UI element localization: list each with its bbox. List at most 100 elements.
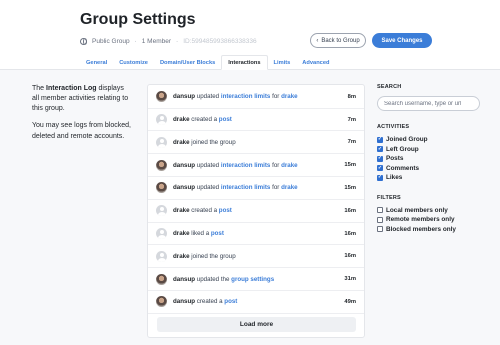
log-entry-text: dansup updated interaction limits for dr… [173,93,348,100]
log-username[interactable]: drake [173,230,190,237]
log-username[interactable]: dansup [173,276,195,283]
checkbox-checked-icon[interactable]: ✓ [377,155,383,162]
page-title: Group Settings [80,11,196,28]
tab-limits[interactable]: Limits [268,55,297,70]
description-text: The [32,85,47,92]
default-avatar[interactable] [156,114,167,126]
log-link[interactable]: post [211,230,224,237]
log-entry-text: drake joined the group [173,253,344,260]
log-entry: drake liked a post 16m [148,223,364,246]
checkbox-checked-icon[interactable]: ✓ [377,136,383,143]
filter-label: Remote members only [386,216,455,224]
tab-domain-user-blocks[interactable]: Domain/User Blocks [154,55,221,70]
log-target-user[interactable]: drake [281,184,298,191]
log-action: updated [196,93,220,101]
group-privacy: Public Group [92,38,130,45]
group-id: ID:599485993866338336 [183,38,257,45]
save-changes-button[interactable]: Save Changes [372,33,432,48]
activity-label: Posts [386,155,404,163]
log-entry-text: drake joined the group [173,139,348,146]
user-avatar[interactable] [156,91,167,103]
log-action: updated the [196,275,230,283]
checkbox-unchecked-icon[interactable] [377,207,383,214]
log-action: updated [196,184,220,192]
globe-icon [80,38,87,45]
page-header: Group Settings Public Group · 1 Member ·… [0,0,500,70]
activity-checkbox[interactable]: ✓ Likes [377,173,487,183]
interaction-log-description: The Interaction Log displays all member … [32,84,132,149]
activity-label: Likes [386,174,403,182]
default-avatar[interactable] [156,250,167,262]
log-timestamp: 8m [347,93,356,100]
activities-checkboxes: ✓ Joined Group ✓ Left Group ✓ Posts ✓ Comments ✓… [377,135,487,183]
default-avatar[interactable] [156,228,167,240]
log-username[interactable]: dansup [173,184,195,191]
log-link[interactable]: post [219,207,232,214]
log-connector: for [272,184,280,192]
activity-checkbox[interactable]: ✓ Comments [377,164,487,174]
activities-heading: ACTIVITIES [377,124,410,130]
tab-interactions[interactable]: Interactions [221,55,268,70]
log-connector: for [272,161,280,169]
log-username[interactable]: dansup [173,162,195,169]
activity-checkbox[interactable]: ✓ Posts [377,154,487,164]
log-username[interactable]: drake [173,116,190,123]
default-avatar[interactable] [156,136,167,148]
search-heading: SEARCH [377,84,402,90]
log-link[interactable]: post [219,116,232,123]
checkbox-checked-icon[interactable]: ✓ [377,146,383,153]
back-to-group-button[interactable]: ‹ Back to Group [310,33,366,48]
log-entry: dansup updated interaction limits for dr… [148,177,364,200]
user-avatar[interactable] [156,273,167,285]
log-username[interactable]: drake [173,207,190,214]
log-action: created a [191,116,218,124]
log-username[interactable]: drake [173,139,190,146]
checkbox-unchecked-icon[interactable] [377,216,383,223]
log-entry: dansup updated interaction limits for dr… [148,86,364,109]
user-avatar[interactable] [156,296,167,308]
filter-checkbox[interactable]: Blocked members only [377,225,487,235]
log-timestamp: 7m [347,139,356,146]
tab-general[interactable]: General [80,55,113,70]
default-avatar[interactable] [156,205,167,217]
filter-checkbox[interactable]: Remote members only [377,215,487,225]
log-entry-text: dansup updated the group settings [173,276,344,283]
log-timestamp: 49m [344,298,356,305]
filter-label: Local members only [386,206,448,214]
tab-customize[interactable]: Customize [113,55,154,70]
search-input[interactable] [377,96,480,111]
activity-label: Joined Group [386,136,428,144]
log-link[interactable]: interaction limits [221,184,271,191]
log-timestamp: 16m [344,230,356,237]
log-entry: drake joined the group 16m [148,246,364,269]
log-username[interactable]: drake [173,253,190,260]
log-target-user[interactable]: drake [281,162,298,169]
log-timestamp: 7m [347,116,356,123]
log-link[interactable]: group settings [231,276,274,283]
checkbox-checked-icon[interactable]: ✓ [377,165,383,172]
activity-checkbox[interactable]: ✓ Left Group [377,145,487,155]
log-action: created a [196,298,223,306]
activity-label: Comments [386,164,420,172]
log-link[interactable]: interaction limits [221,162,271,169]
filters-heading: FILTERS [377,194,401,201]
log-link[interactable]: interaction limits [221,93,271,100]
filter-checkbox[interactable]: Local members only [377,206,487,216]
log-timestamp: 16m [344,253,356,260]
log-target-user[interactable]: drake [281,93,298,100]
filters-checkboxes: Local members only Remote members only Blo… [377,206,487,235]
checkbox-unchecked-icon[interactable] [377,226,383,233]
activity-checkbox[interactable]: ✓ Joined Group [377,135,487,145]
description-paragraph: You may see logs from blocked, deleted a… [32,122,131,140]
log-username[interactable]: dansup [173,93,195,100]
tab-advanced[interactable]: Advanced [296,55,335,70]
load-more-button[interactable]: Load more [157,317,356,332]
filter-label: Blocked members only [386,225,456,233]
log-link[interactable]: post [224,298,237,305]
log-username[interactable]: dansup [173,298,195,305]
user-avatar[interactable] [156,159,167,171]
interaction-log: dansup updated interaction limits for dr… [147,84,365,338]
log-action: updated [196,161,220,169]
user-avatar[interactable] [156,182,167,194]
checkbox-checked-icon[interactable]: ✓ [377,174,383,181]
